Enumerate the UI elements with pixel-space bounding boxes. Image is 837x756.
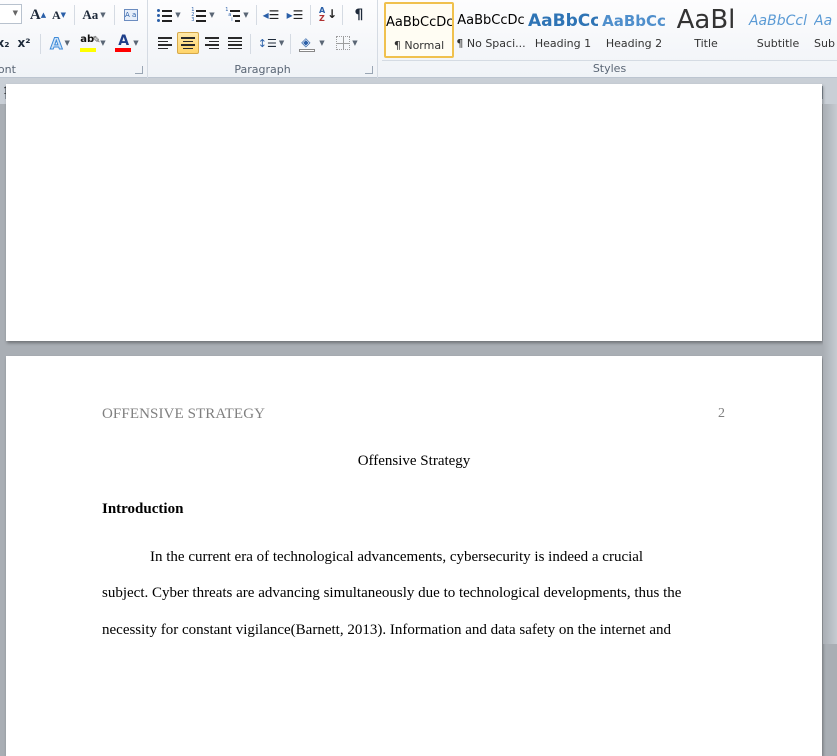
shrink-font-button[interactable]: A ▼ [50,4,68,26]
section-heading[interactable]: Introduction [102,501,183,518]
page-2[interactable]: OFFENSIVE STRATEGY 2 Offensive Strategy … [6,356,822,756]
document-title[interactable]: Offensive Strategy [6,453,822,470]
highlight-color-button[interactable]: ab ✎ ▼ [78,32,108,54]
show-formatting-button[interactable]: ¶ [348,4,370,26]
separator [40,34,41,54]
separator [250,34,251,54]
font-size-dropdown[interactable]: ▼ [0,4,22,24]
multilevel-list-button[interactable]: 1ai ▼ [222,4,252,26]
line-spacing-icon: ↕☰ [257,36,277,50]
decrease-indent-icon: ◂☰ [262,8,280,22]
bullets-button[interactable]: ▼ [154,4,184,26]
paragraph-line[interactable]: subject. Cyber threats are advancing sim… [102,585,681,602]
style-no-spacing[interactable]: AaBbCcDc ¶ No Spaci... [456,2,526,58]
pilcrow-icon: ¶ [354,7,364,23]
clear-formatting-icon: A a [124,9,138,21]
bullets-icon [157,8,173,22]
style-subtle-emphasis[interactable]: Aa Sub [814,2,837,58]
borders-button[interactable]: ▼ [332,32,362,54]
document-canvas: OFFENSIVE STRATEGY 2 Offensive Strategy … [0,84,837,756]
separator [290,34,291,54]
increase-indent-icon: ▸☰ [286,8,304,22]
align-left-icon [158,37,172,49]
font-color-button[interactable]: A ▼ [112,32,142,54]
font-color-icon: A [115,33,132,52]
paragraph-group-label: Paragraph [234,63,291,76]
change-case-button[interactable]: Aa ▼ [80,4,108,26]
separator [256,5,257,25]
page-number: 2 [718,406,725,421]
multilevel-list-icon: 1ai [225,7,241,23]
align-left-button[interactable] [154,32,176,54]
font-group: ▼ A ▲ A ▼ Aa ▼ A a x₂ x² A ▼ ab ✎ ▼ A ▼ … [0,0,148,78]
decrease-indent-button[interactable]: ◂☰ [260,4,282,26]
numbering-button[interactable]: 123 ▼ [188,4,218,26]
page-1[interactable] [6,84,822,341]
text-effects-button[interactable]: A ▼ [46,32,74,54]
separator [310,5,311,25]
justify-button[interactable] [224,32,246,54]
subscript-button[interactable]: x₂ [0,32,10,54]
running-header[interactable]: OFFENSIVE STRATEGY [102,406,265,423]
highlight-icon: ab ✎ [80,34,101,52]
styles-group-label: Styles [592,62,627,75]
style-title[interactable]: AaBl Title [671,2,741,58]
text-effects-icon: A [50,33,63,53]
align-center-button[interactable] [177,32,199,54]
align-center-icon [181,37,195,49]
font-dialog-launcher[interactable] [135,66,143,74]
ribbon: ▼ A ▲ A ▼ Aa ▼ A a x₂ x² A ▼ ab ✎ ▼ A ▼ … [0,0,837,78]
paint-bucket-icon: ◈ [299,34,317,52]
separator [342,5,343,25]
borders-icon [336,36,351,50]
superscript-button[interactable]: x² [14,32,34,54]
separator [74,5,75,25]
shading-button[interactable]: ◈ ▼ [296,32,328,54]
styles-gallery: AaBbCcDc ¶ Normal AaBbCcDc ¶ No Spaci...… [382,0,837,62]
grow-font-button[interactable]: A ▲ [28,4,48,26]
style-heading-2[interactable]: AaBbCc Heading 2 [599,2,669,58]
style-heading-1[interactable]: AaBbCc Heading 1 [528,2,598,58]
paragraph-line[interactable]: necessity for constant vigilance(Barnett… [102,622,671,639]
increase-indent-button[interactable]: ▸☰ [284,4,306,26]
separator [114,5,115,25]
line-spacing-button[interactable]: ↕☰ ▼ [256,32,286,54]
scrollbar-track[interactable] [823,104,837,644]
paragraph-dialog-launcher[interactable] [365,66,373,74]
font-group-label: Font [0,63,16,76]
style-normal[interactable]: AaBbCcDc ¶ Normal [384,2,454,58]
paragraph-line[interactable]: In the current era of technological adva… [150,549,643,566]
clear-formatting-button[interactable]: A a [120,4,142,26]
align-right-button[interactable] [201,32,223,54]
style-subtitle[interactable]: AaBbCcl Subtitle [743,2,813,58]
numbering-icon: 123 [191,7,207,23]
align-right-icon [205,37,219,49]
justify-icon [228,37,242,49]
sort-button[interactable]: A Z ↓ [314,4,338,26]
sort-icon: A Z ↓ [319,6,338,23]
paragraph-group: ▼ 123 ▼ 1ai ▼ ◂☰ ▸☰ A Z ↓ ¶ ↕☰ ▼ ◈ ▼ ▼ P… [148,0,378,78]
